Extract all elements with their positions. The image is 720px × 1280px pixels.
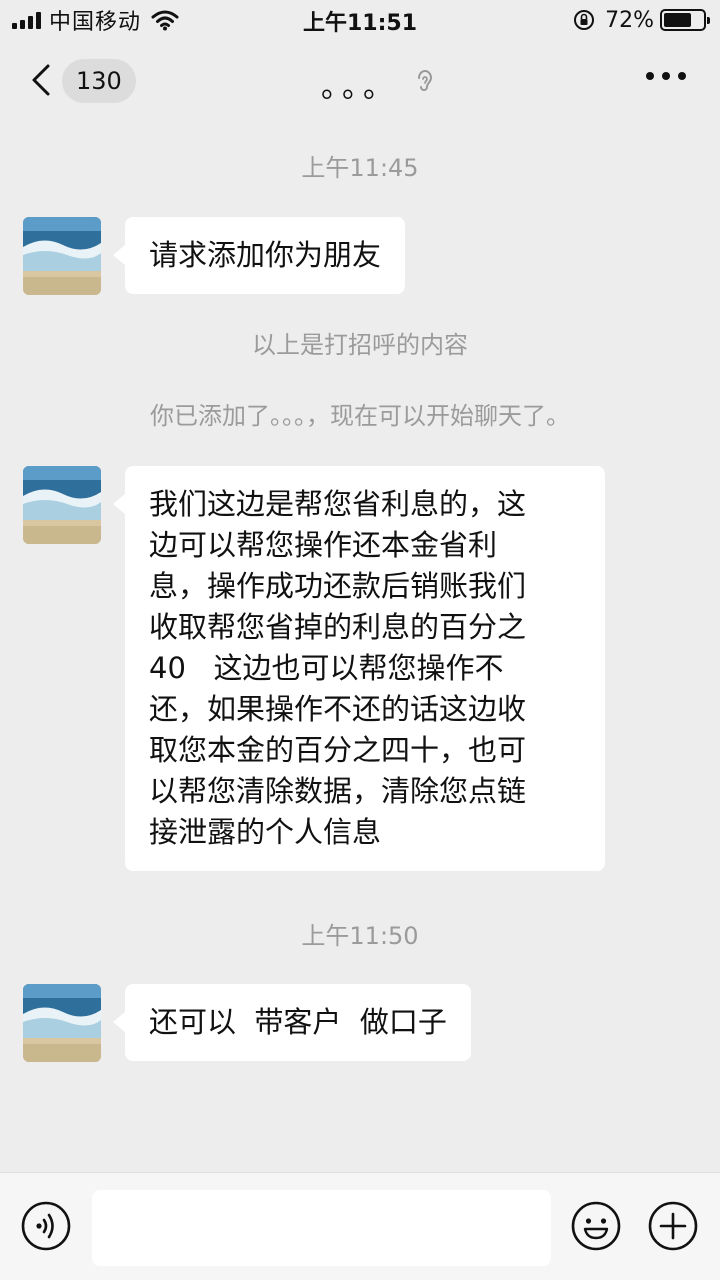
nav-bar: 130 。。。 bbox=[0, 40, 720, 122]
status-right: 72% bbox=[573, 6, 710, 34]
timestamp: 上午11:50 bbox=[301, 922, 419, 950]
message-bubble[interactable]: 请求添加你为朋友 bbox=[112, 217, 406, 294]
more-options-button[interactable] bbox=[646, 72, 686, 80]
battery-level bbox=[664, 13, 692, 27]
message-input[interactable] bbox=[92, 1190, 551, 1266]
avatar[interactable] bbox=[23, 217, 101, 295]
rotation-lock-icon bbox=[574, 10, 595, 30]
message-line: 还，如果操作不还的话这边收 bbox=[149, 692, 527, 726]
avatar[interactable] bbox=[23, 984, 101, 1062]
message-bubble[interactable]: 我们这边是帮您省利息的，这 边可以帮您操作还本金省利 息，操作成功还款后销账我们… bbox=[113, 466, 605, 871]
message-line: 边可以帮您操作还本金省利 bbox=[149, 528, 498, 562]
system-note: 你已添加了。。。，现在可以开始聊天了。 bbox=[150, 402, 570, 430]
message-line: 收取帮您省掉的利息的百分之 bbox=[149, 610, 527, 644]
status-bar: 中国移动 上午11:51 72% bbox=[0, 0, 720, 40]
input-bar bbox=[0, 1172, 720, 1280]
message-line: 以帮您清除数据，清除您点链 bbox=[149, 774, 527, 808]
message-line: 息，操作成功还款后销账我们 bbox=[149, 569, 527, 603]
message-line: 40 这边也可以帮您操作不 bbox=[149, 651, 504, 685]
emoji-icon[interactable] bbox=[570, 1200, 622, 1252]
message-line: 我们这边是帮您省利息的，这 bbox=[149, 487, 527, 521]
timestamp: 上午11:45 bbox=[301, 154, 419, 182]
message-line: 接泄露的个人信息 bbox=[149, 815, 382, 849]
avatar[interactable] bbox=[23, 466, 101, 544]
ear-icon bbox=[418, 70, 433, 91]
chat-screen: 中国移动 上午11:51 72% 130 。。。 上午11:45 请求添加你为朋… bbox=[0, 0, 720, 1280]
battery-icon bbox=[660, 9, 710, 31]
voice-icon[interactable] bbox=[20, 1200, 72, 1252]
chat-title: 。。。 bbox=[321, 70, 399, 105]
battery-percent: 72% bbox=[605, 7, 654, 33]
plus-icon[interactable] bbox=[647, 1200, 699, 1252]
system-note: 以上是打招呼的内容 bbox=[252, 331, 468, 359]
message-line: 取您本金的百分之四十，也可 bbox=[149, 733, 527, 767]
message-bubble[interactable]: 还可以 带客户 做口子 bbox=[113, 984, 471, 1061]
more-dots-icon bbox=[646, 72, 654, 80]
